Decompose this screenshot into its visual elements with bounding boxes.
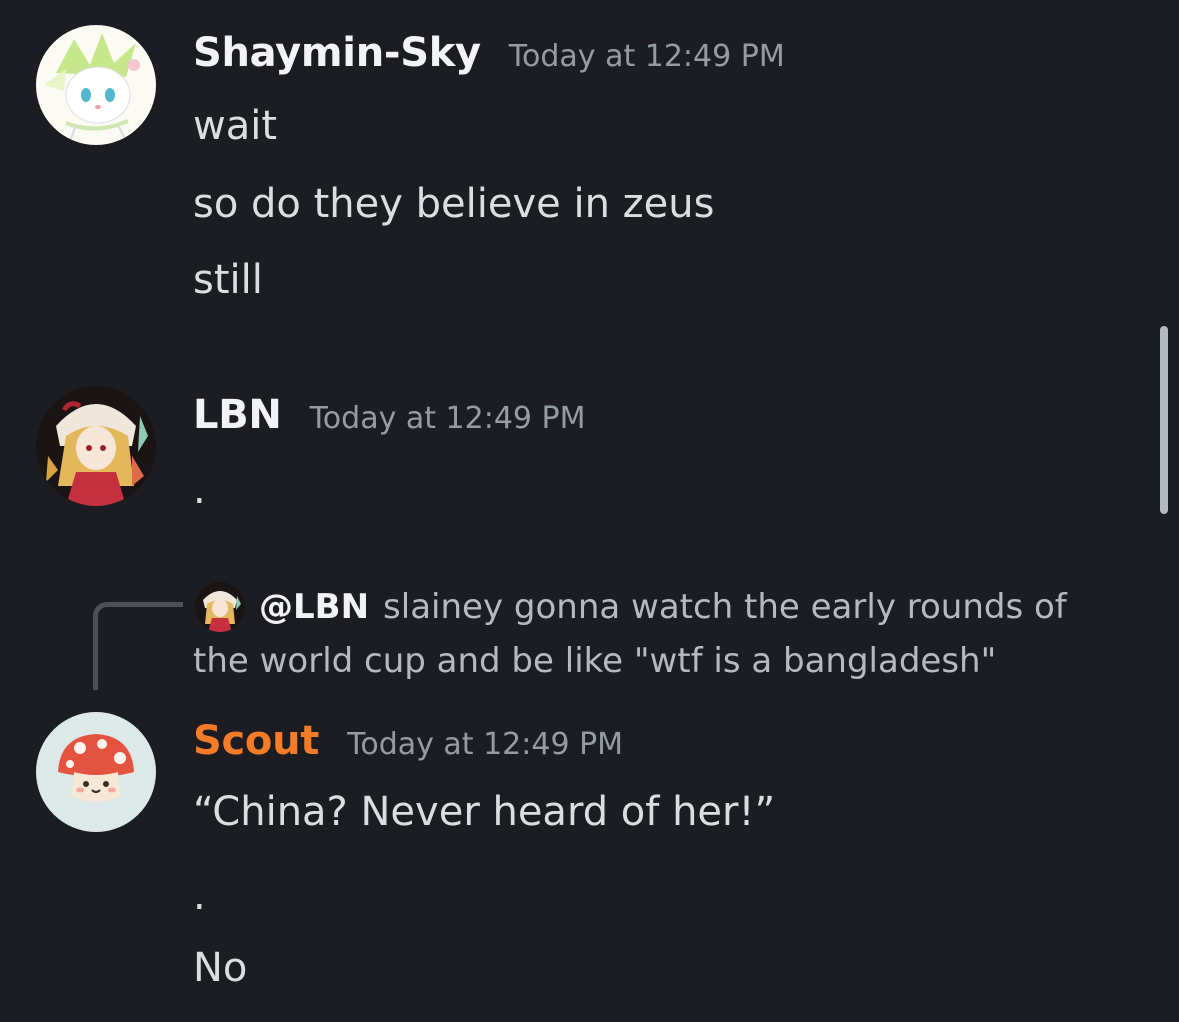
message-text: so do they believe in zeus — [193, 181, 715, 227]
message-text: still — [193, 257, 263, 303]
username[interactable]: Scout — [193, 718, 319, 764]
reply-preview[interactable]: @LBN slainey gonna watch the early rounds… — [193, 580, 1123, 688]
timestamp: Today at 12:49 PM — [508, 39, 785, 74]
timestamp: Today at 12:49 PM — [309, 401, 586, 436]
username[interactable]: Shaymin-Sky — [193, 30, 481, 76]
username[interactable]: LBN — [193, 392, 282, 438]
reply-connector-line — [93, 602, 183, 690]
message-text: No — [193, 945, 248, 991]
reply-mention[interactable]: @LBN — [259, 587, 369, 627]
message-text: . — [193, 873, 206, 919]
message-text: “China? Never heard of her!” — [193, 789, 776, 835]
scrollbar[interactable] — [1160, 326, 1168, 514]
shaymin-sky-avatar-icon[interactable] — [36, 25, 156, 145]
timestamp: Today at 12:49 PM — [347, 727, 624, 762]
message-text: wait — [193, 103, 278, 149]
message-header: Shaymin-Sky Today at 12:49 PM — [193, 30, 785, 76]
message-header: Scout Today at 12:49 PM — [193, 718, 623, 764]
message-header: LBN Today at 12:49 PM — [193, 392, 586, 438]
chat-messages: Shaymin-Sky Today at 12:49 PM wait so do… — [0, 0, 1179, 1022]
anime-character-avatar-icon[interactable] — [36, 386, 156, 506]
message-text: . — [193, 467, 206, 513]
mushroom-avatar-icon[interactable] — [36, 712, 156, 832]
